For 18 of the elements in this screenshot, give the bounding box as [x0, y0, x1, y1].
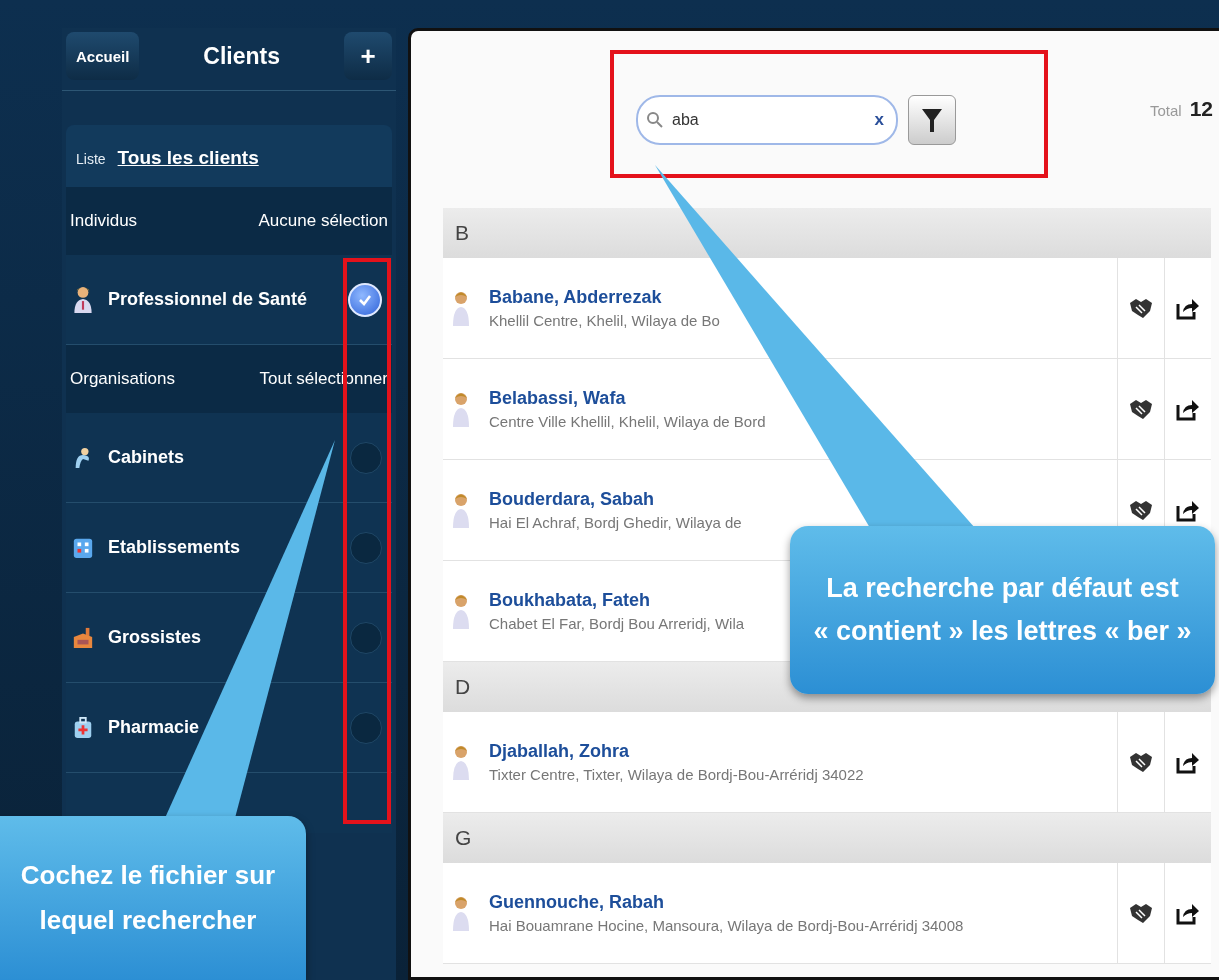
section-title: Organisations — [70, 369, 175, 389]
callout-text: La recherche par défaut est — [826, 573, 1179, 604]
callout-text: « contient » les lettres « ber » — [813, 616, 1192, 647]
client-address: Hai El Achraf, Bordj Ghedir, Wilaya de — [489, 514, 742, 531]
total-label: Total — [1149, 102, 1182, 119]
callout-text: Cochez le fichier sur — [20, 860, 276, 891]
callout-text: lequel rechercher — [39, 905, 257, 936]
group-header: B — [443, 208, 1211, 258]
total-count: 12 — [1189, 97, 1213, 121]
client-address: Khellil Centre, Khelil, Wilaya de Bo — [489, 312, 720, 329]
client-address: Tixter Centre, Tixter, Wilaya de Bordj-Bou-Arréridj 34022 — [489, 766, 864, 783]
client-address: Chabet El Far, Bordj Bou Arreridj, Wila — [489, 615, 745, 632]
client-address: Centre Ville Khellil, Khelil, Wilaya de Bord — [489, 413, 766, 430]
section-title: Individus — [70, 211, 138, 231]
sidebar-title: Clients — [203, 42, 280, 70]
group-header: G — [443, 813, 1211, 863]
client-address: Hai Bouamrane Hocine, Mansoura, Wilaya de Bordj-Bou-Arréridj 34008 — [489, 917, 964, 934]
list-label: Liste — [76, 151, 106, 167]
